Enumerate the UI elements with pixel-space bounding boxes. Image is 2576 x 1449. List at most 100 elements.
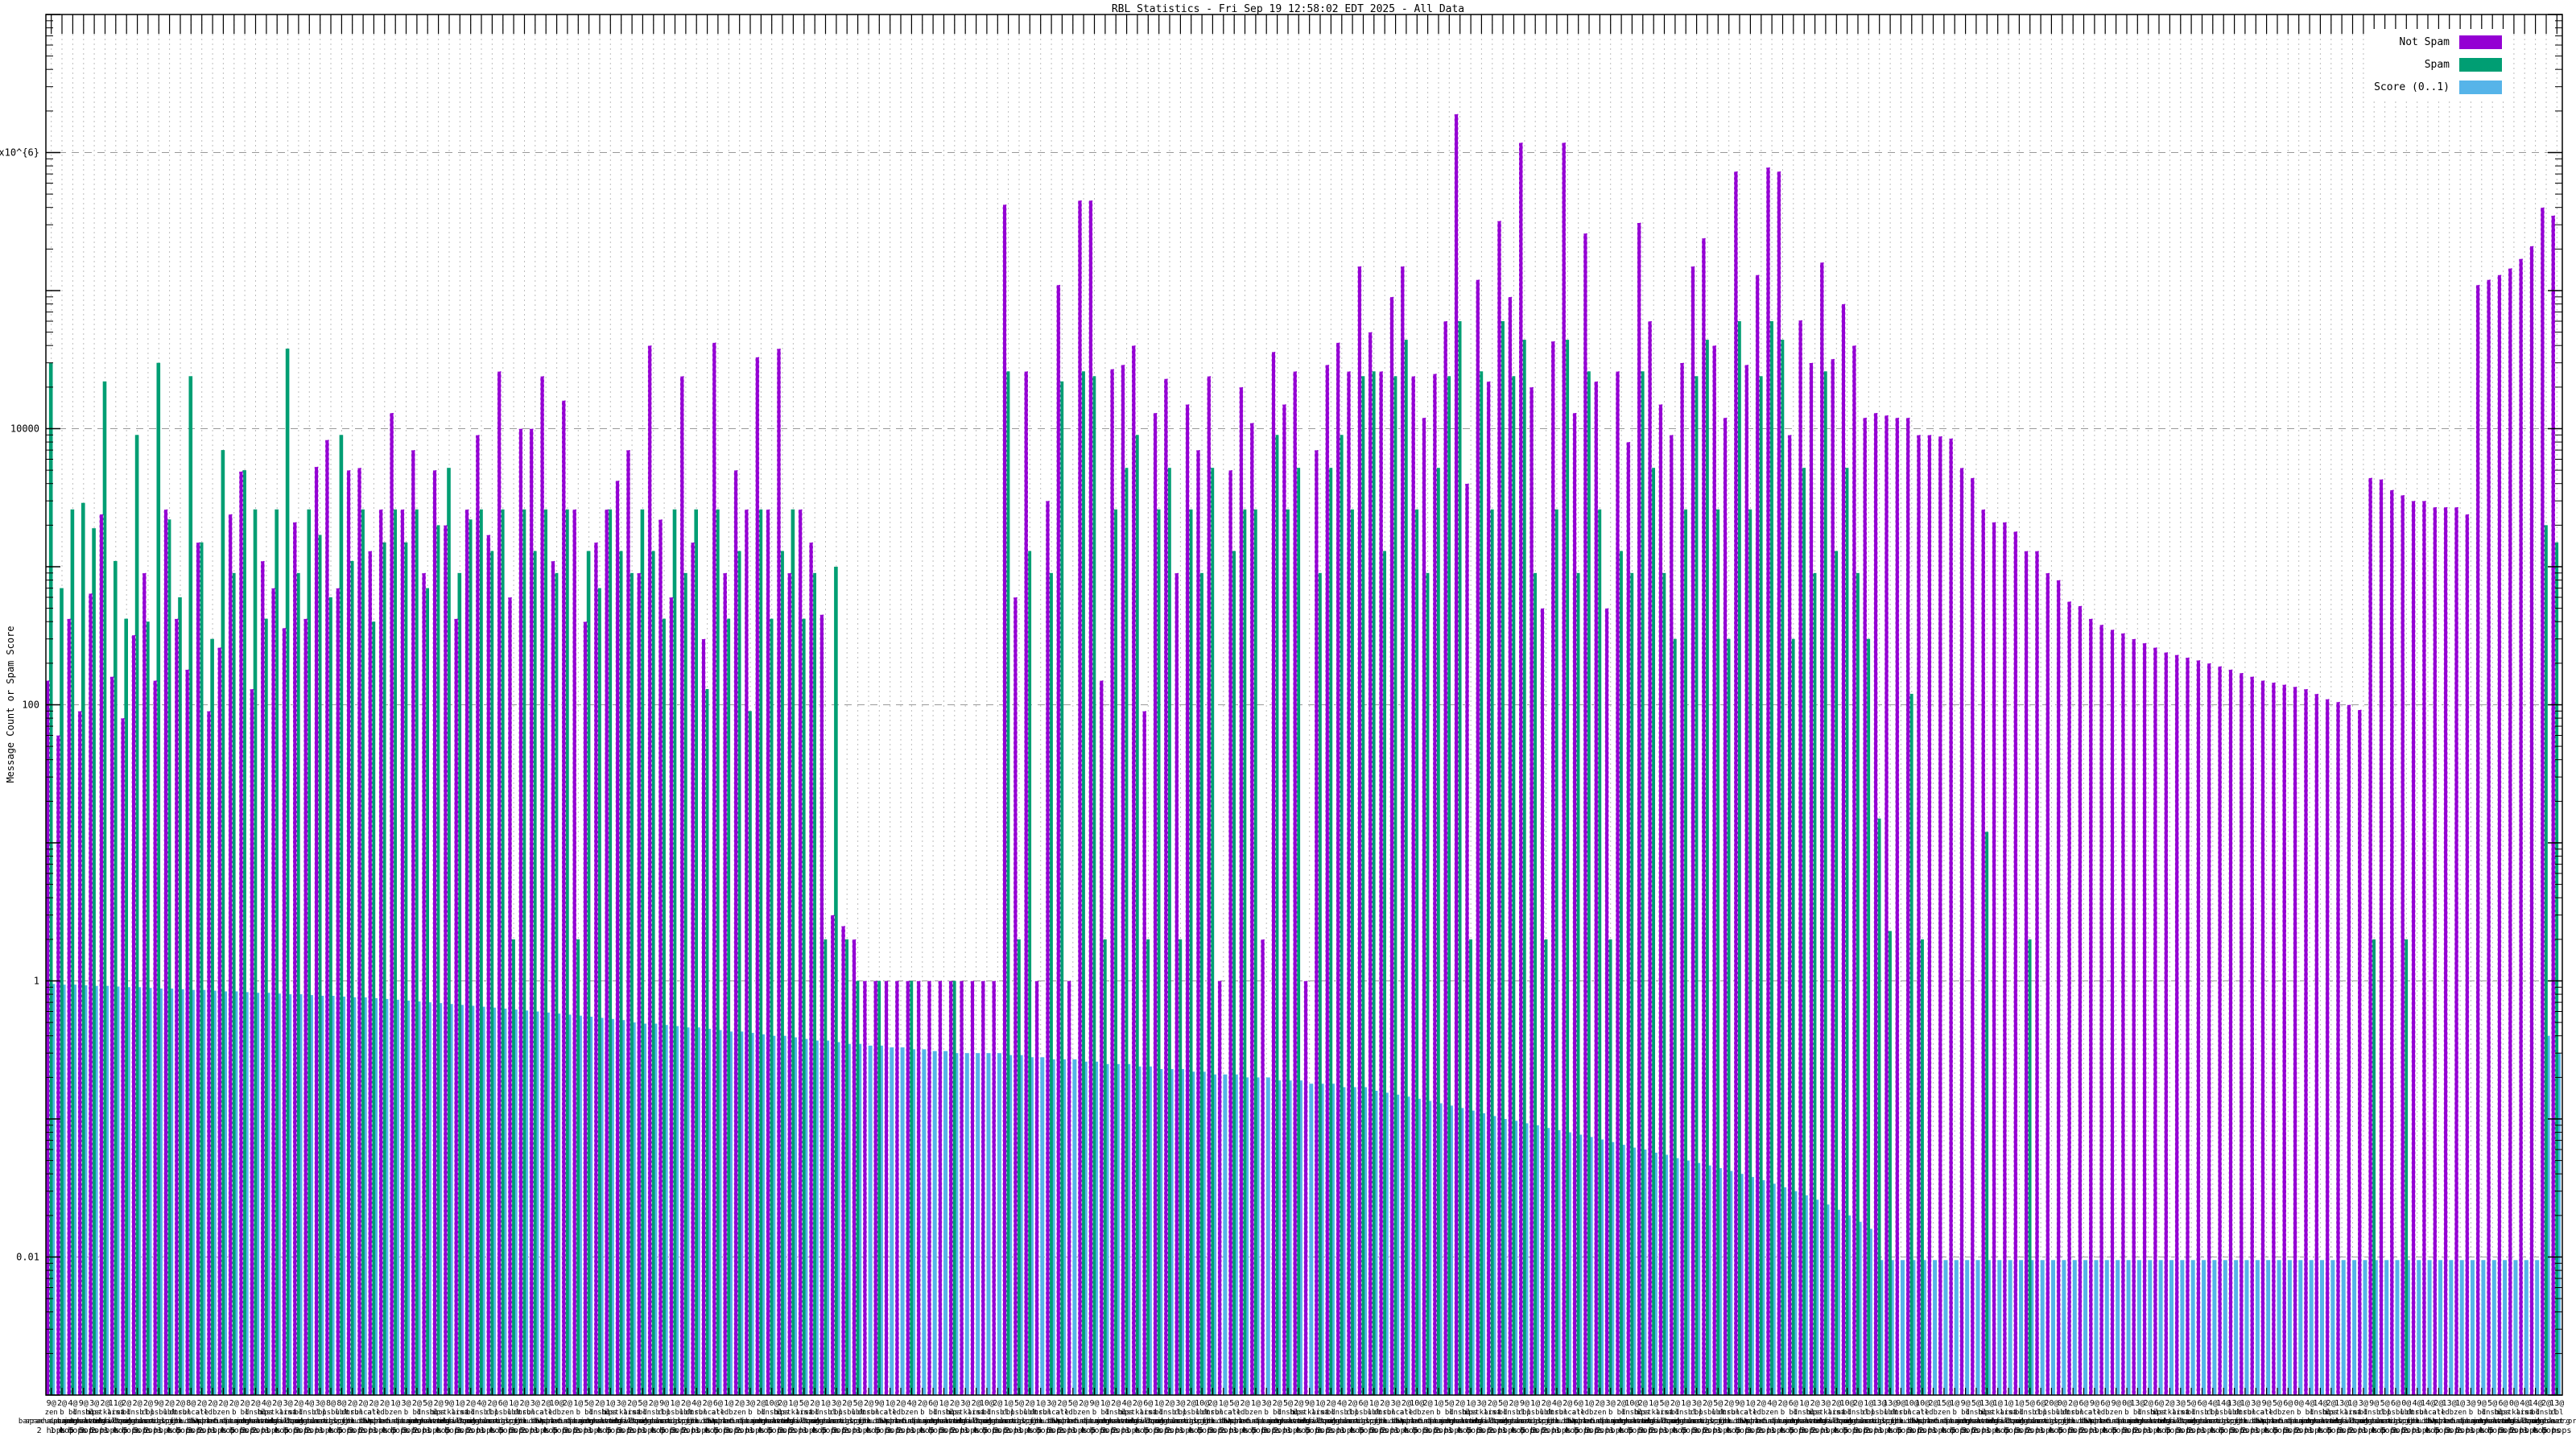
bar-not-spam: [1335, 342, 1340, 1396]
bar-not-spam: [1293, 370, 1298, 1396]
bar-not-spam: [2347, 704, 2351, 1396]
bar-score: [2072, 1260, 2077, 1395]
bar-not-spam: [1174, 572, 1179, 1396]
legend-swatch-not-spam: [2459, 35, 2502, 49]
svg-text:2@: 2@: [842, 1399, 852, 1408]
bar-not-spam: [529, 428, 534, 1396]
bar-not-spam: [2379, 479, 2384, 1396]
svg-text:zen: zen: [2454, 1409, 2467, 1417]
bar-score: [2438, 1260, 2442, 1395]
bar-not-spam: [1002, 204, 1007, 1396]
bar-not-spam: [185, 669, 190, 1396]
bar-not-spam: [2142, 642, 2147, 1396]
svg-text:1@: 1@: [820, 1399, 830, 1408]
bar-score: [2223, 1260, 2227, 1395]
svg-text:1@: 1@: [1219, 1399, 1228, 1408]
bar-not-spam: [1389, 296, 1394, 1396]
svg-text:6@: 6@: [498, 1399, 508, 1408]
svg-text:2@: 2@: [864, 1399, 873, 1408]
bar-score: [2019, 1260, 2023, 1395]
bar-not-spam: [1970, 477, 1975, 1396]
bar-not-spam: [841, 926, 846, 1396]
bar-not-spam: [830, 914, 835, 1396]
svg-text:2@: 2@: [197, 1399, 207, 1408]
bar-not-spam: [1916, 434, 1922, 1396]
svg-text:2@: 2@: [1025, 1399, 1034, 1408]
svg-text:2@: 2@: [1111, 1399, 1121, 1408]
bar-not-spam: [368, 551, 373, 1396]
bar-score: [1901, 1260, 1905, 1395]
svg-text:2@: 2@: [993, 1399, 1002, 1408]
svg-text:1@: 1@: [1649, 1399, 1658, 1408]
svg-text:5@: 5@: [2273, 1399, 2282, 1408]
bar-not-spam: [2368, 477, 2373, 1396]
svg-text:b: b: [748, 1409, 752, 1417]
bar-spam: [156, 362, 161, 1396]
bar-not-spam: [1195, 449, 1201, 1396]
bar-spam: [2554, 542, 2559, 1395]
bar-not-spam: [970, 980, 975, 1396]
svg-text:2@: 2@: [466, 1399, 476, 1408]
bar-not-spam: [1518, 142, 1523, 1396]
bar-not-spam: [1013, 597, 1018, 1396]
svg-text:1@: 1@: [455, 1399, 464, 1408]
bar-not-spam: [1422, 417, 1426, 1396]
bar-not-spam: [1486, 381, 1491, 1396]
bar-not-spam: [443, 525, 448, 1396]
svg-text:5@: 5@: [423, 1399, 432, 1408]
bar-not-spam: [2389, 489, 2394, 1396]
svg-text:2@: 2@: [2165, 1399, 2174, 1408]
bar-not-spam: [1476, 279, 1480, 1396]
svg-text:2@: 2@: [1079, 1399, 1088, 1408]
bar-score: [2126, 1260, 2131, 1395]
bar-not-spam: [1303, 980, 1308, 1396]
svg-text:3@: 3@: [89, 1399, 99, 1408]
bar-score: [2040, 1260, 2045, 1395]
bar-score: [2277, 1260, 2281, 1395]
bar-score: [2330, 1260, 2335, 1395]
bar-not-spam: [701, 638, 706, 1396]
bar-score: [2524, 1260, 2529, 1395]
bar-score: [890, 1047, 894, 1395]
svg-text:2@: 2@: [143, 1399, 153, 1408]
svg-text:2@: 2@: [1240, 1399, 1249, 1408]
svg-text:2@: 2@: [1595, 1399, 1604, 1408]
bar-not-spam: [723, 572, 728, 1396]
svg-text:9@: 9@: [2369, 1399, 2379, 1408]
svg-text:10@: 10@: [1915, 1399, 1930, 1408]
bar-not-spam: [389, 412, 394, 1396]
bar-not-spam: [583, 621, 588, 1396]
bar-score: [2298, 1260, 2303, 1395]
bar-not-spam: [282, 627, 287, 1396]
bar-not-spam: [1185, 403, 1190, 1396]
bar-not-spam: [1873, 412, 1878, 1396]
bar-score: [2158, 1260, 2163, 1395]
bar-score: [2459, 1260, 2464, 1395]
bar-score: [2481, 1260, 2486, 1395]
bar-not-spam: [658, 518, 663, 1396]
legend-item-score-0-1-: Score (0..1): [2374, 76, 2502, 98]
bar-not-spam: [2239, 672, 2244, 1396]
bar-not-spam: [486, 535, 491, 1396]
bar-score: [1997, 1260, 2002, 1395]
bar-score: [2395, 1260, 2400, 1395]
svg-text:3@: 3@: [1476, 1399, 1486, 1408]
svg-text:0@: 0@: [2401, 1399, 2411, 1408]
bar-score: [1265, 1077, 1270, 1395]
svg-text:10@: 10@: [1840, 1399, 1855, 1408]
bar-not-spam: [1067, 980, 1071, 1396]
bar-not-spam: [196, 542, 200, 1396]
bar-not-spam: [2508, 267, 2512, 1396]
svg-text:2@: 2@: [358, 1399, 368, 1408]
bar-not-spam: [808, 542, 814, 1396]
bar-not-spam: [2401, 494, 2405, 1396]
bar-score: [2116, 1260, 2120, 1395]
svg-text:9@: 9@: [874, 1399, 884, 1408]
svg-text:6@: 6@: [2100, 1399, 2110, 1408]
svg-text:13@: 13@: [1979, 1399, 1994, 1408]
bar-spam: [146, 621, 150, 1395]
bar-not-spam: [121, 717, 126, 1396]
bar-not-spam: [1121, 364, 1125, 1396]
svg-text:2@: 2@: [1810, 1399, 1820, 1408]
svg-text:2@: 2@: [229, 1399, 239, 1408]
